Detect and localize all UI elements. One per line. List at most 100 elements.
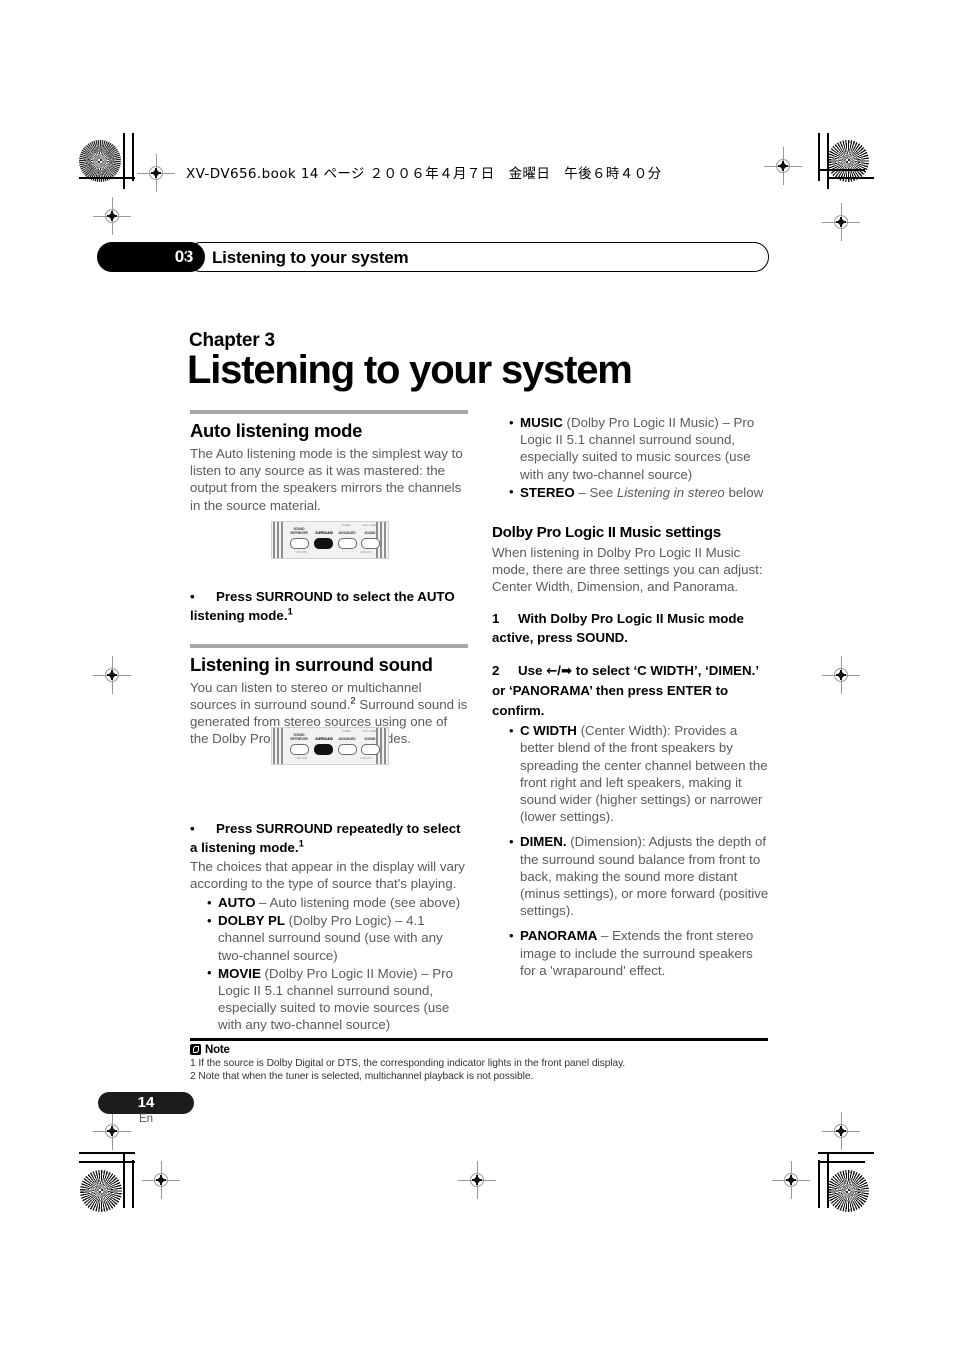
list-item-stereo: STEREO – See Listening in stereo below [509, 483, 770, 501]
page-language-label: En [138, 1113, 154, 1125]
notes-divider-rule [190, 1038, 768, 1041]
option-term-auto: AUTO [218, 895, 256, 911]
registration-target-right-middle [822, 656, 860, 694]
list-item-dolby-pl: DOLBY PL (Dolby Pro Logic) – 4.1 channel… [207, 912, 468, 964]
option-desc-stereo-post: below [724, 484, 764, 500]
note-icon [190, 1044, 201, 1055]
page-title: Listening to your system [187, 348, 633, 392]
option-term-dolby-pl: DOLBY PL [218, 913, 285, 929]
right-column: MUSIC (Dolby Pro Logic II Music) – Pro L… [492, 410, 770, 980]
panel-grille-left-icon-2 [273, 728, 284, 764]
arrow-left-icon: ← [546, 663, 558, 679]
panel-bottom-label-mic-vol: MIC VOL [296, 550, 308, 554]
section-heading-auto-listening-mode: Auto listening mode [190, 420, 363, 441]
panel-button-label-sound: SOUND [364, 531, 376, 535]
bullet-mark-2: • [190, 820, 195, 836]
panel-button-label-surround: SURROUND [315, 531, 333, 535]
registration-target-right-upper [822, 203, 860, 241]
panel-top-label-aux-2: AUX / GAME [362, 728, 378, 733]
list-item-c-width: C WIDTH (Center Width): Provides a bette… [509, 722, 770, 825]
panel-bottom-label-can-vol: CAN VOL [360, 550, 372, 554]
front-panel-illustration-1: TUNER AUX / GAME SOUND RETRIEVER SURROUN… [271, 521, 389, 559]
setting-term-c-width: C WIDTH [520, 723, 577, 739]
panel-button-label-sound-retriever: SOUND RETRIEVER [290, 527, 308, 535]
panel-top-label-tuner: TUNER [341, 522, 351, 527]
crop-mark-bottom-left [79, 1152, 135, 1208]
panel-button-sound-retriever-2 [290, 744, 309, 755]
panel-button-label-advanced: ADVANCED [338, 531, 356, 535]
crop-mark-bottom-right [818, 1152, 874, 1208]
section-divider-rule [190, 410, 468, 414]
list-item-dimen: DIMEN. (Dimension): Adjusts the depth of… [509, 833, 770, 919]
panel-button-advanced-2 [338, 744, 357, 755]
option-desc-stereo-pre: – See [574, 484, 617, 500]
notes-heading: Note [190, 1044, 768, 1056]
front-panel-illustration-2: TUNER AUX / GAME SOUND RETRIEVER SURROUN… [271, 727, 389, 765]
running-header-title-label: Listening to your system [212, 248, 409, 267]
step-1-number: 1 [492, 610, 500, 626]
step-2-text-a: Use [518, 662, 547, 678]
panel-button-surround-2 [314, 744, 333, 755]
panel-button-label-surround-2: SURROUND [315, 737, 333, 741]
registration-target-top-right [764, 147, 802, 185]
step-1-instruction: 1 With Dolby Pro Logic II Music mode acti… [492, 609, 770, 648]
footnote-1: 1 If the source is Dolby Digital or DTS,… [190, 1057, 626, 1069]
setting-desc-c-width: (Center Width): Provides a better blend … [520, 723, 768, 825]
registration-target-left-middle [93, 656, 131, 694]
panel-button-sound [361, 538, 380, 549]
left-column: Auto listening mode The Auto listening m… [190, 410, 468, 1035]
listening-mode-options-list-continued: MUSIC (Dolby Pro Logic II Music) – Pro L… [492, 414, 770, 501]
notes-title: Note [205, 1043, 230, 1056]
registration-target-right-lower [822, 1112, 860, 1150]
panel-bottom-label-mic-vol-2: MIC VOL [296, 756, 308, 760]
list-item-music: MUSIC (Dolby Pro Logic II Music) – Pro L… [509, 414, 770, 483]
panel-top-label-aux: AUX / GAME [362, 522, 378, 527]
panel-grille-left-icon [273, 522, 284, 558]
page-number-badge: 14 [98, 1092, 194, 1114]
panel-button-label-advanced-2: ADVANCED [338, 737, 356, 741]
running-header: 03 Listening to your system [97, 242, 769, 272]
bullet-mark: • [190, 588, 195, 604]
option-term-stereo: STEREO [520, 484, 575, 500]
panel-button-advanced [338, 538, 357, 549]
registration-target-bottom-right [772, 1161, 810, 1199]
panel-button-surround [314, 538, 333, 549]
option-term-movie: MOVIE [218, 965, 261, 981]
book-info-line: XV-DV656.book 14 ページ ２００６年４月７日 金曜日 午後６時４… [186, 166, 662, 182]
dolby-music-settings-paragraph: When listening in Dolby Pro Logic II Mus… [492, 545, 763, 595]
instruction-press-surround-repeatedly: • Press SURROUND repeatedly to select a l… [190, 819, 468, 858]
choices-paragraph: The choices that appear in the display w… [190, 858, 465, 891]
step-2-instruction: 2 Use ←/➡ to select ‘C WIDTH’, ‘DIMEN.’ o… [492, 661, 770, 721]
setting-term-panorama: PANORAMA [520, 928, 598, 944]
registration-target-bottom-center [458, 1161, 496, 1199]
option-desc-stereo-italic: Listening in stereo [616, 484, 725, 500]
list-item-auto: AUTO – Auto listening mode (see above) [207, 894, 468, 911]
arrow-right-icon: ➡ [560, 663, 573, 679]
section-heading-dolby-pro-logic-ii-music-settings: Dolby Pro Logic II Music settings [492, 524, 721, 542]
panel-top-label-tuner-2: TUNER [341, 728, 351, 733]
instruction-text: Press SURROUND to select the AUTO listen… [190, 588, 455, 624]
instruction-text-2: Press SURROUND repeatedly to select a li… [190, 820, 461, 856]
page-number-label: 14 [137, 1094, 155, 1111]
option-desc-auto: – Auto listening mode (see above) [255, 895, 461, 911]
registration-target-top-left [137, 154, 175, 192]
step-1-text: With Dolby Pro Logic II Music mode activ… [492, 610, 744, 646]
panel-button-label-sound-retriever-2: SOUND RETRIEVER [290, 733, 308, 741]
crop-mark-top-right [818, 133, 874, 189]
footnote-ref-3: 1 [298, 838, 304, 850]
option-term-music: MUSIC [520, 415, 563, 430]
panel-button-sound-retriever [290, 538, 309, 549]
music-settings-list: C WIDTH (Center Width): Provides a bette… [492, 722, 770, 979]
list-item-panorama: PANORAMA – Extends the front stereo imag… [509, 927, 770, 979]
notes-block: Note 1 If the source is Dolby Digital or… [190, 1038, 768, 1083]
listening-mode-options-list: AUTO – Auto listening mode (see above) D… [190, 894, 468, 1034]
running-header-title-pill: Listening to your system [186, 242, 769, 272]
step-2-number: 2 [492, 662, 500, 678]
footnote-2: 2 Note that when the tuner is selected, … [190, 1070, 534, 1082]
instruction-press-surround-auto: • Press SURROUND to select the AUTO liste… [190, 587, 468, 626]
crop-mark-top-left [79, 133, 135, 189]
section-heading-listening-in-surround-sound: Listening in surround sound [190, 653, 433, 675]
panel-button-sound-2 [361, 744, 380, 755]
registration-target-left-upper [93, 197, 131, 235]
auto-listening-mode-paragraph: The Auto listening mode is the simplest … [190, 446, 463, 513]
